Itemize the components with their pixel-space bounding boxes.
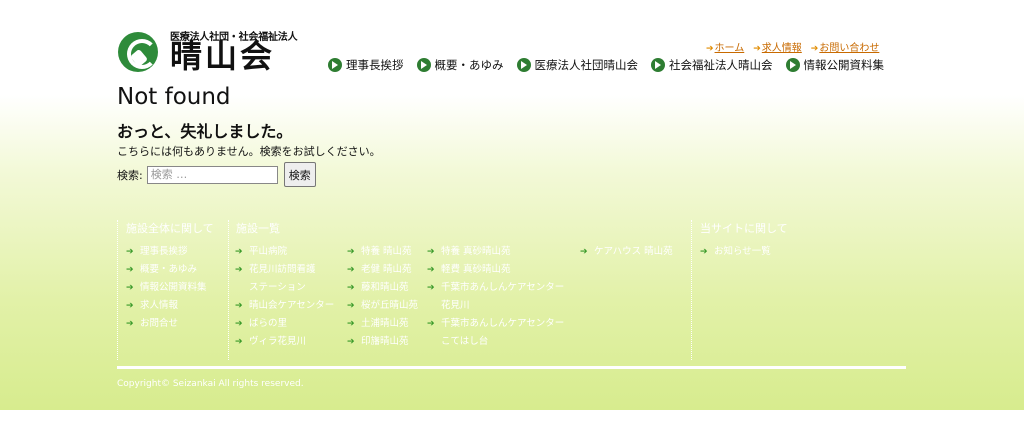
facility-link[interactable]: ➔ 平山病院 xyxy=(235,243,345,261)
footer-col-general: 施設全体に関して ➔ 理事長挨拶 ➔ 概要・あゆみ ➔ 情報公開資料集 ➔ 求人情報 ➔… xyxy=(117,220,227,360)
arrow-right-icon: ➔ xyxy=(347,283,355,293)
arrow-right-icon: ➔ xyxy=(700,247,708,257)
arrow-right-icon: ➔ xyxy=(347,265,355,275)
facility-link[interactable]: ➔ ヴィラ花見川 xyxy=(235,333,345,351)
home-link[interactable]: ➔ホーム xyxy=(706,39,744,54)
footer-link[interactable]: ➔ お問合せ xyxy=(126,315,227,333)
facility-link[interactable]: ➔ 特養 晴山苑 xyxy=(347,243,427,261)
arrow-right-icon: ➔ xyxy=(427,283,435,293)
page: 医療法人社団・社会福祉法人 晴山会 ➔ホーム ➔求人情報 ➔お問い合わせ 理事長… xyxy=(0,0,1024,426)
footer-link[interactable]: ➔ 概要・あゆみ xyxy=(126,261,227,279)
facility-link[interactable]: ➔ 印旛晴山苑 xyxy=(347,333,427,351)
logo-emblem-icon xyxy=(118,32,158,72)
nav-item-disclosure[interactable]: 情報公開資料集 xyxy=(785,57,884,73)
facility-link[interactable]: ➔ 老健 晴山苑 xyxy=(347,261,427,279)
nav-item-overview[interactable]: 概要・あゆみ xyxy=(416,57,504,73)
arrow-right-icon: ➔ xyxy=(580,247,588,257)
arrow-right-icon: ➔ xyxy=(126,265,134,275)
footer-col-title: 施設一覧 xyxy=(236,222,280,235)
recruit-link[interactable]: ➔求人情報 xyxy=(753,39,802,54)
search-form: 検索: 検索 xyxy=(117,162,316,187)
arrow-right-icon: ➔ xyxy=(235,247,243,257)
facility-link[interactable]: ➔ 晴山会ケアセンター xyxy=(235,297,345,315)
circle-arrow-icon xyxy=(516,58,531,72)
footer-link[interactable]: ➔ 情報公開資料集 xyxy=(126,279,227,297)
arrow-right-icon: ➔ xyxy=(126,283,134,293)
facility-link[interactable]: ➔ 土浦晴山苑 xyxy=(347,315,427,333)
search-button[interactable]: 検索 xyxy=(283,162,316,187)
nav-item-greeting[interactable]: 理事長挨拶 xyxy=(328,57,404,73)
facility-link[interactable]: ➔ ケアハウス 晴山苑 xyxy=(580,243,688,261)
search-label: 検索: xyxy=(117,168,143,182)
footer-col-title: 当サイトに関して xyxy=(700,222,788,235)
circle-arrow-icon xyxy=(416,58,431,72)
facility-link-continued[interactable]: こてはし台 xyxy=(427,333,577,351)
facility-link-continued[interactable]: ステーション xyxy=(235,279,345,297)
arrow-right-icon: ➔ xyxy=(347,247,355,257)
facility-link[interactable]: ➔ 藤和晴山苑 xyxy=(347,279,427,297)
facility-link-continued[interactable]: 花見川 xyxy=(427,297,577,315)
contact-link[interactable]: ➔お問い合わせ xyxy=(811,39,880,54)
footer-col-title: 施設全体に関して xyxy=(126,222,214,235)
logo-name: 晴山会 xyxy=(170,37,276,75)
facility-link[interactable]: ➔ ばらの里 xyxy=(235,315,345,333)
error-message: こちらには何もありません。検索をお試しください。 xyxy=(117,145,381,158)
facility-list-d: ➔ ケアハウス 晴山苑 xyxy=(580,243,688,383)
facility-link[interactable]: ➔ 軽費 真砂晴山苑 xyxy=(427,261,577,279)
arrow-right-icon: ➔ xyxy=(126,301,134,311)
page-title: Not found xyxy=(117,84,231,110)
footer-link[interactable]: ➔ 理事長挨拶 xyxy=(126,243,227,261)
facility-link[interactable]: ➔ 花見川訪問看護 xyxy=(235,261,345,279)
error-heading: おっと、失礼しました。 xyxy=(117,122,293,141)
facility-list-a: ➔ 平山病院 ➔ 花見川訪問看護 ステーション ➔ 晴山会ケアセンター ➔ ばらの里 ➔… xyxy=(235,243,345,383)
arrow-right-icon: ➔ xyxy=(235,319,243,329)
circle-arrow-icon xyxy=(785,58,800,72)
arrow-right-icon: ➔ xyxy=(235,301,243,311)
arrow-right-icon: ➔ xyxy=(706,44,714,54)
facility-link[interactable]: ➔ 特養 真砂晴山苑 xyxy=(427,243,577,261)
footer-divider xyxy=(117,366,906,369)
arrow-right-icon: ➔ xyxy=(810,44,819,54)
top-links: ➔ホーム ➔求人情報 ➔お問い合わせ xyxy=(706,39,879,54)
nav-item-welfare-corp[interactable]: 社会福祉法人晴山会 xyxy=(651,57,773,73)
search-input[interactable] xyxy=(146,165,278,184)
arrow-right-icon: ➔ xyxy=(235,265,243,275)
nav-item-medical-corp[interactable]: 医療法人社団晴山会 xyxy=(516,57,638,73)
facility-list-c: ➔ 特養 真砂晴山苑 ➔ 軽費 真砂晴山苑 ➔ 千葉市あんしんケアセンター 花見川 ➔… xyxy=(427,243,577,383)
circle-arrow-icon xyxy=(651,58,665,72)
arrow-right-icon: ➔ xyxy=(347,337,355,347)
facility-link[interactable]: ➔ 千葉市あんしんケアセンター xyxy=(427,315,577,333)
facility-link[interactable]: ➔ 千葉市あんしんケアセンター xyxy=(427,279,577,297)
arrow-right-icon: ➔ xyxy=(427,319,435,329)
footer-col-site: 当サイトに関して ➔ お知らせ一覧 xyxy=(691,220,906,360)
arrow-right-icon: ➔ xyxy=(126,247,134,257)
footer-link[interactable]: ➔ お知らせ一覧 xyxy=(700,243,906,261)
arrow-right-icon: ➔ xyxy=(427,265,435,275)
facility-link[interactable]: ➔ 桜が丘晴山苑 xyxy=(347,297,427,315)
arrow-right-icon: ➔ xyxy=(427,247,435,257)
arrow-right-icon: ➔ xyxy=(347,319,355,329)
circle-arrow-icon xyxy=(328,58,342,72)
site-logo[interactable]: 医療法人社団・社会福祉法人 晴山会 xyxy=(118,27,298,77)
arrow-right-icon: ➔ xyxy=(347,301,355,311)
main-nav: 理事長挨拶 概要・あゆみ 医療法人社団晴山会 社会福祉法人晴山会 情報公開資料集 xyxy=(328,57,884,73)
facility-list-b: ➔ 特養 晴山苑 ➔ 老健 晴山苑 ➔ 藤和晴山苑 ➔ 桜が丘晴山苑 ➔ 土浦晴山苑 ➔ 印… xyxy=(347,243,427,383)
copyright: Copyright© Seizankai All rights reserved… xyxy=(117,379,304,389)
arrow-right-icon: ➔ xyxy=(753,44,761,54)
arrow-right-icon: ➔ xyxy=(126,319,134,329)
footer-link[interactable]: ➔ 求人情報 xyxy=(126,297,227,315)
arrow-right-icon: ➔ xyxy=(235,337,243,347)
